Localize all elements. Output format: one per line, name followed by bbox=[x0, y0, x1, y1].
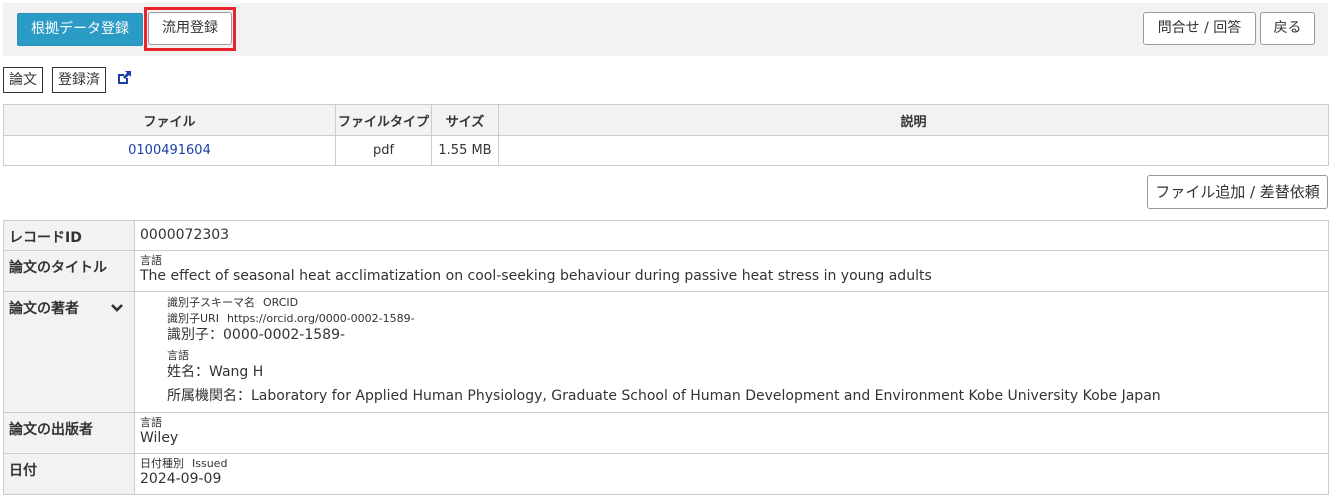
column-header-description: 説明 bbox=[498, 104, 1329, 136]
file-type-cell: pdf bbox=[335, 135, 432, 166]
date-value: 2024-09-09 bbox=[140, 471, 222, 487]
inquiry-answer-button[interactable]: 問合せ / 回答 bbox=[1143, 12, 1256, 45]
date-row: 日付 日付種別 Issued 2024-09-09 bbox=[3, 453, 1329, 495]
resource-type-tag: 論文 bbox=[3, 67, 43, 93]
file-table: ファイル ファイルタイプ サイズ 説明 0100491604 pdf 1.55 … bbox=[3, 104, 1329, 166]
column-header-file-type: ファイルタイプ bbox=[335, 104, 432, 136]
column-header-file: ファイル bbox=[3, 104, 336, 136]
author-language-label: 言語 bbox=[167, 349, 189, 362]
author-row: 論文の著者 識別子スキーマ名 ORCID 識別子URI https://orcid.… bbox=[3, 291, 1329, 413]
file-cell: 0100491604 bbox=[3, 135, 336, 166]
file-description-cell bbox=[498, 135, 1329, 166]
back-button[interactable]: 戻る bbox=[1260, 12, 1315, 45]
author-label: 論文の著者 bbox=[9, 301, 79, 317]
record-id-row: レコードID 0000072303 bbox=[3, 220, 1329, 251]
title-value: The effect of seasonal heat acclimatizat… bbox=[140, 268, 932, 284]
file-link[interactable]: 0100491604 bbox=[128, 143, 211, 158]
evidence-data-register-button[interactable]: 根拠データ登録 bbox=[17, 13, 143, 46]
date-type-label: 日付種別 bbox=[140, 457, 184, 470]
table-row: 0100491604 pdf 1.55 MB bbox=[3, 135, 1329, 166]
language-label: 言語 bbox=[140, 254, 162, 267]
action-toolbar: 根拠データ登録 流用登録 問合せ / 回答 戻る bbox=[3, 3, 1328, 56]
title-row: 論文のタイトル 言語 The effect of seasonal heat a… bbox=[3, 250, 1329, 292]
status-tag: 登録済 bbox=[52, 67, 106, 93]
add-replace-file-button[interactable]: ファイル追加 / 差替依頼 bbox=[1147, 175, 1328, 209]
record-detail-table: レコードID 0000072303 論文のタイトル 言語 The effect … bbox=[3, 220, 1329, 495]
title-label: 論文のタイトル bbox=[3, 250, 135, 292]
date-label: 日付 bbox=[3, 453, 135, 495]
publisher-value: Wiley bbox=[140, 430, 179, 446]
date-type-value: Issued bbox=[192, 457, 228, 470]
publisher-language-label: 言語 bbox=[140, 416, 162, 429]
author-name: 姓名：Wang H bbox=[167, 364, 264, 380]
column-header-size: サイズ bbox=[431, 104, 499, 136]
reuse-register-button[interactable]: 流用登録 bbox=[148, 12, 232, 45]
identifier-scheme-label: 識別子スキーマ名 bbox=[167, 296, 255, 309]
record-id-label: レコードID bbox=[3, 220, 135, 251]
author-affiliation: 所属機関名：Laboratory for Applied Human Physi… bbox=[167, 388, 1161, 404]
identifier-scheme-value: ORCID bbox=[263, 296, 299, 309]
publisher-label: 論文の出版者 bbox=[3, 412, 135, 454]
chevron-down-icon[interactable] bbox=[110, 301, 124, 315]
record-id-value: 0000072303 bbox=[140, 227, 230, 243]
publisher-row: 論文の出版者 言語 Wiley bbox=[3, 412, 1329, 454]
identifier-value: 識別子：0000-0002-1589- bbox=[167, 327, 346, 343]
external-link-icon[interactable] bbox=[116, 70, 132, 86]
identifier-uri-value: https://orcid.org/0000-0002-1589- bbox=[226, 312, 415, 325]
identifier-uri-label: 識別子URI bbox=[167, 312, 219, 325]
file-size-cell: 1.55 MB bbox=[431, 135, 499, 166]
